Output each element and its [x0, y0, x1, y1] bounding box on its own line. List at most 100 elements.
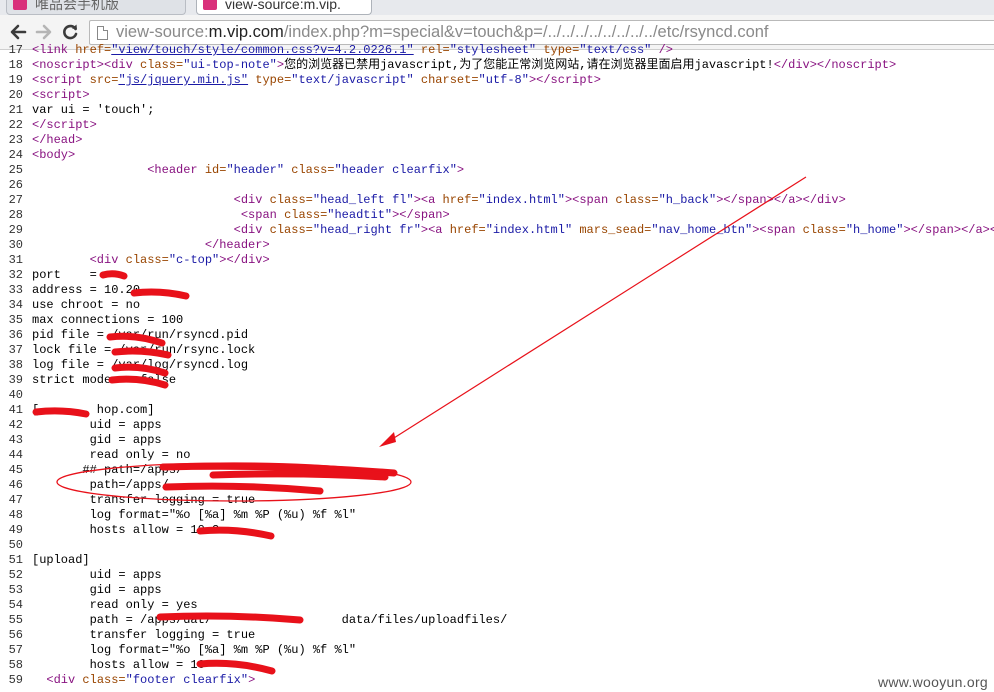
page-icon	[97, 26, 108, 40]
line-code: gid = apps	[32, 433, 162, 447]
url-path: /index.php?m=special&v=touch&p=/../../..…	[283, 23, 769, 41]
line-number: 41	[8, 403, 23, 417]
source-line: 34 use chroot = no	[0, 298, 994, 313]
line-number: 29	[8, 223, 23, 237]
line-number: 48	[8, 508, 23, 522]
line-code: <div class="footer clearfix">	[46, 673, 256, 687]
source-line: 31 <div class="c-top"></div>	[0, 253, 994, 268]
line-number: 24	[8, 148, 23, 162]
source-line: 24 <body>	[0, 148, 994, 163]
line-code: hosts allow = 10	[32, 658, 205, 672]
line-number: 52	[8, 568, 23, 582]
tab-view-source[interactable]: view-source:m.vip.	[196, 0, 372, 15]
line-code: </script>	[32, 118, 97, 132]
line-number: 42	[8, 418, 23, 432]
line-number: 55	[8, 613, 23, 627]
line-number: 22	[8, 118, 23, 132]
source-line: 18 <noscript><div class="ui-top-note">您的浏…	[0, 58, 994, 73]
line-number: 35	[8, 313, 23, 327]
line-number: 51	[8, 553, 23, 567]
line-number: 57	[8, 643, 23, 657]
source-view: 17 <link href="view/touch/style/common.cs…	[0, 43, 994, 688]
forward-button[interactable]	[32, 21, 56, 43]
line-code: path=/apps/	[32, 478, 169, 492]
line-number: 43	[8, 433, 23, 447]
source-line: 37 lock file = /var/run/rsync.lock	[0, 343, 994, 358]
line-number: 36	[8, 328, 23, 342]
line-number: 28	[8, 208, 23, 222]
line-code: log file = /var/log/rsyncd.log	[32, 358, 249, 372]
source-line: 17 <link href="view/touch/style/common.cs…	[0, 43, 994, 58]
source-line: 48 log format="%o [%a] %m %P (%u) %f %l"	[0, 508, 994, 523]
line-code: </head>	[32, 133, 83, 147]
line-code: path = /apps/dat/ data/files/uploadfiles…	[32, 613, 508, 627]
line-number: 17	[8, 43, 23, 57]
line-code: read only = no	[32, 448, 191, 462]
line-number: 37	[8, 343, 23, 357]
line-code: use chroot = no	[32, 298, 141, 312]
url-text[interactable]: view-source:m.vip.com/index.php?m=specia…	[116, 23, 769, 42]
source-line: 53 gid = apps	[0, 583, 994, 598]
source-line: 46 path=/apps/	[0, 478, 994, 493]
line-code: address = 10.20	[32, 283, 141, 297]
reload-button[interactable]	[58, 21, 82, 43]
tab-vip-mobile[interactable]: 唯品会手机版	[6, 0, 186, 15]
source-line: 30 </header>	[0, 238, 994, 253]
source-line: 59 <div class="footer clearfix">	[0, 673, 994, 688]
source-line: 26	[0, 178, 994, 193]
source-line: 45 ## path=/apps/	[0, 463, 994, 478]
arrow-right-icon	[35, 24, 52, 40]
url-host: m.vip.com	[208, 23, 284, 41]
line-number: 26	[8, 178, 23, 192]
source-line: 43 gid = apps	[0, 433, 994, 448]
source-line: 36 pid file = /var/run/rsyncd.pid	[0, 328, 994, 343]
line-number: 50	[8, 538, 23, 552]
line-number: 20	[8, 88, 23, 102]
tab-title: 唯品会手机版	[35, 0, 119, 12]
line-code: var ui = 'touch';	[32, 103, 155, 117]
line-number: 58	[8, 658, 23, 672]
source-line: 56 transfer logging = true	[0, 628, 994, 643]
line-number: 19	[8, 73, 23, 87]
back-button[interactable]	[6, 21, 30, 43]
line-number: 30	[8, 238, 23, 252]
line-number: 54	[8, 598, 23, 612]
source-line: 25 <header id="header" class="header cle…	[0, 163, 994, 178]
line-code: port =	[32, 268, 105, 282]
source-line: 41 [ hop.com]	[0, 403, 994, 418]
line-code: transfer logging = true	[32, 628, 256, 642]
line-number: 31	[8, 253, 23, 267]
source-line: 40	[0, 388, 994, 403]
line-number: 25	[8, 163, 23, 177]
vip-favicon-icon	[203, 0, 217, 10]
line-code: uid = apps	[32, 418, 162, 432]
line-number: 18	[8, 58, 23, 72]
source-line: 57 log format="%o [%a] %m %P (%u) %f %l"	[0, 643, 994, 658]
line-code: <span class="headtit"></span>	[240, 208, 450, 222]
source-line: 35 max connections = 100	[0, 313, 994, 328]
source-line: 27 <div class="head_left fl"><a href="in…	[0, 193, 994, 208]
line-code: <header id="header" class="header clearf…	[147, 163, 465, 177]
source-line: 52 uid = apps	[0, 568, 994, 583]
source-line: 55 path = /apps/dat/ data/files/uploadfi…	[0, 613, 994, 628]
source-line: 21 var ui = 'touch';	[0, 103, 994, 118]
source-line: 33 address = 10.20	[0, 283, 994, 298]
address-bar[interactable]: view-source:m.vip.com/index.php?m=specia…	[89, 20, 994, 45]
source-line: 20 <script>	[0, 88, 994, 103]
line-code: <div class="head_right fr"><a href="inde…	[233, 223, 994, 237]
line-code: strict modes = false	[32, 373, 177, 387]
line-number: 39	[8, 373, 23, 387]
line-code: [ hop.com]	[32, 403, 155, 417]
line-number: 53	[8, 583, 23, 597]
line-number: 45	[8, 463, 23, 477]
arrow-left-icon	[10, 24, 27, 40]
line-number: 33	[8, 283, 23, 297]
line-code: transfer logging = true	[32, 493, 256, 507]
vip-favicon-icon	[13, 0, 27, 10]
tab-title: view-source:m.vip.	[225, 0, 341, 12]
line-code: <link href="view/touch/style/common.css?…	[32, 43, 673, 57]
reload-icon	[63, 24, 78, 40]
line-code: <script>	[32, 88, 90, 102]
line-number: 49	[8, 523, 23, 537]
line-code: read only = yes	[32, 598, 198, 612]
